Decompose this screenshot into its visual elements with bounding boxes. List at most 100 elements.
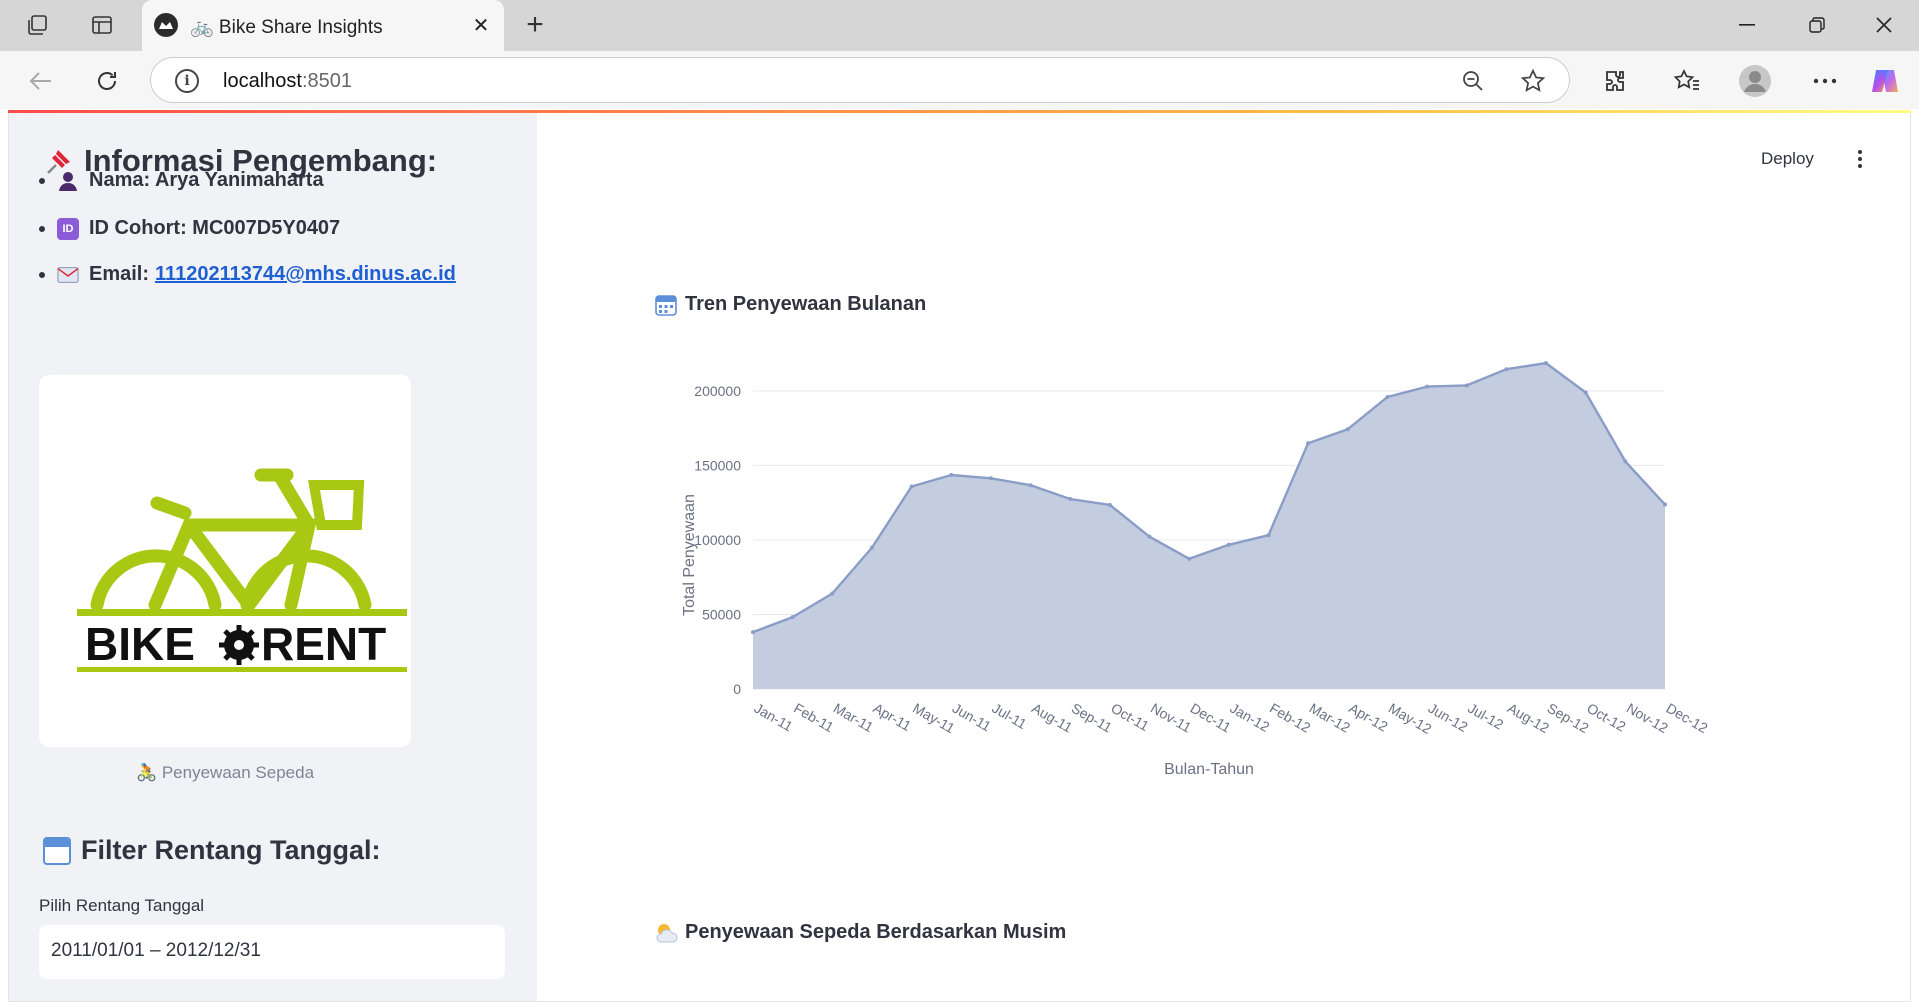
- data-point: [1504, 367, 1509, 372]
- x-tick-label: Jul-11: [989, 700, 1029, 733]
- x-tick-label: Jul-12: [1465, 700, 1506, 733]
- data-point: [1306, 441, 1311, 446]
- profile-icon[interactable]: [1736, 62, 1774, 100]
- address-url[interactable]: localhost:8501: [223, 70, 352, 93]
- more-icon[interactable]: [1806, 62, 1844, 100]
- date-filter-heading: Filter Rentang Tanggal:: [43, 835, 381, 866]
- deploy-button[interactable]: Deploy: [1761, 149, 1814, 169]
- x-tick-label: Nov-11: [1148, 700, 1194, 736]
- data-point: [1385, 394, 1390, 399]
- data-point: [1425, 384, 1430, 389]
- bullet: [39, 271, 45, 278]
- sun-behind-cloud-icon: [655, 922, 678, 944]
- x-axis-title: Bulan-Tahun: [1164, 761, 1254, 778]
- zoom-out-icon[interactable]: [1459, 67, 1487, 95]
- y-tick-label: 0: [733, 681, 741, 697]
- x-tick-label: Jan-12: [1227, 700, 1272, 735]
- data-point: [869, 545, 874, 550]
- season-title: Penyewaan Sepeda Berdasarkan Musim: [685, 921, 1067, 943]
- date-range-input[interactable]: 2011/01/01 – 2012/12/31: [39, 925, 505, 979]
- restore-icon[interactable]: [1787, 6, 1847, 44]
- season-heading: Penyewaan Sepeda Berdasarkan Musim: [655, 921, 1066, 944]
- copilot-icon[interactable]: [1866, 62, 1904, 100]
- data-point: [1147, 534, 1152, 539]
- email-item: Email: 111202113744@mhs.dinus.ac.id: [39, 263, 456, 286]
- x-tick-label: Feb-12: [1267, 700, 1314, 736]
- app-root: 🚲 Bike Share Insights ✕ + i localhost:85…: [0, 0, 1919, 1006]
- calendar-icon: [43, 836, 71, 865]
- data-point: [751, 630, 755, 635]
- data-point: [1623, 459, 1628, 464]
- main-menu-icon[interactable]: [1850, 147, 1870, 171]
- data-point: [1345, 427, 1350, 432]
- y-tick-label: 50000: [702, 606, 741, 622]
- extensions-icon[interactable]: [1596, 62, 1634, 100]
- developer-name-text: Nama: Arya Yanimaharta: [89, 169, 324, 191]
- cohort-id-text: ID Cohort: MC007D5Y0407: [89, 217, 341, 239]
- bike-rent-logo-graphic: BIKE RENT: [77, 468, 407, 672]
- x-tick-label: Mar-12: [1307, 700, 1354, 736]
- close-window-icon[interactable]: [1854, 6, 1914, 44]
- monthly-trend-title: Tren Penyewaan Bulanan: [685, 293, 927, 315]
- x-tick-label: Dec-12: [1664, 700, 1711, 737]
- favorites-icon[interactable]: [1668, 62, 1706, 100]
- email-label: Email:: [89, 263, 150, 285]
- x-tick-label: Feb-11: [791, 700, 837, 736]
- data-point: [1068, 497, 1073, 502]
- data-point: [1028, 483, 1033, 488]
- data-point: [1544, 361, 1549, 366]
- data-point: [1266, 533, 1271, 538]
- x-tick-label: Oct-11: [1108, 700, 1152, 734]
- x-tick-label: Sep-12: [1545, 700, 1592, 737]
- plus-icon[interactable]: +: [518, 8, 552, 42]
- x-tick-label: Jun-12: [1426, 700, 1471, 735]
- monthly-rental-chart[interactable]: 050000100000150000200000Jan-11Feb-11Mar-…: [635, 343, 1785, 823]
- user-icon: [57, 170, 79, 192]
- streamlit-favicon: [154, 13, 178, 37]
- address-bar[interactable]: i localhost:8501: [150, 57, 1570, 103]
- active-tab[interactable]: 🚲 Bike Share Insights ✕: [142, 0, 504, 51]
- bullet: [39, 225, 45, 232]
- x-tick-label: Dec-11: [1188, 700, 1234, 736]
- x-tick-label: Apr-11: [870, 700, 914, 734]
- data-point: [949, 473, 954, 478]
- reload-icon[interactable]: [88, 62, 126, 100]
- back-icon[interactable]: [22, 62, 60, 100]
- info-icon[interactable]: i: [175, 69, 199, 93]
- date-filter-heading-text: Filter Rentang Tanggal:: [81, 835, 381, 865]
- x-tick-label: Mar-11: [831, 700, 877, 736]
- browser-tab-bar: 🚲 Bike Share Insights ✕ +: [0, 0, 1919, 51]
- workspaces-icon[interactable]: [22, 9, 54, 41]
- star-icon[interactable]: [1519, 67, 1547, 95]
- streamlit-page: Informasi Pengembang: Nama: Arya Yanimah…: [8, 113, 1911, 1002]
- address-host: localhost: [223, 70, 302, 92]
- address-port: :8501: [301, 70, 352, 92]
- bullet: [39, 177, 45, 184]
- browser-nav-bar: i localhost:8501: [0, 51, 1919, 109]
- data-point: [830, 591, 835, 596]
- x-tick-label: Sep-11: [1069, 700, 1115, 736]
- tab-title: 🚲 Bike Share Insights: [190, 17, 383, 38]
- email-link[interactable]: 111202113744@mhs.dinus.ac.id: [155, 263, 456, 286]
- data-point: [1107, 502, 1112, 507]
- series-area: [753, 363, 1665, 689]
- x-tick-label: Aug-11: [1029, 700, 1075, 736]
- date-range-label: Pilih Rentang Tanggal: [39, 896, 205, 915]
- sidebar: Informasi Pengembang: Nama: Arya Yanimah…: [9, 113, 537, 1001]
- x-tick-label: Oct-12: [1584, 700, 1629, 735]
- gear-icon: [219, 625, 259, 665]
- data-point: [1583, 390, 1588, 395]
- y-axis-title: Total Penyewaan: [681, 494, 698, 616]
- logo-text-rent: RENT: [261, 618, 386, 670]
- data-point: [1226, 542, 1231, 547]
- x-tick-label: Apr-12: [1346, 700, 1391, 735]
- data-point: [1187, 556, 1192, 561]
- data-point: [988, 476, 993, 481]
- x-tick-label: May-11: [910, 700, 958, 737]
- data-point: [1464, 383, 1469, 388]
- x-tick-label: Jun-11: [950, 700, 994, 735]
- tab-actions-icon[interactable]: [86, 9, 118, 41]
- minimize-icon[interactable]: [1717, 6, 1777, 44]
- close-icon[interactable]: ✕: [466, 10, 496, 40]
- y-tick-label: 200000: [694, 383, 741, 399]
